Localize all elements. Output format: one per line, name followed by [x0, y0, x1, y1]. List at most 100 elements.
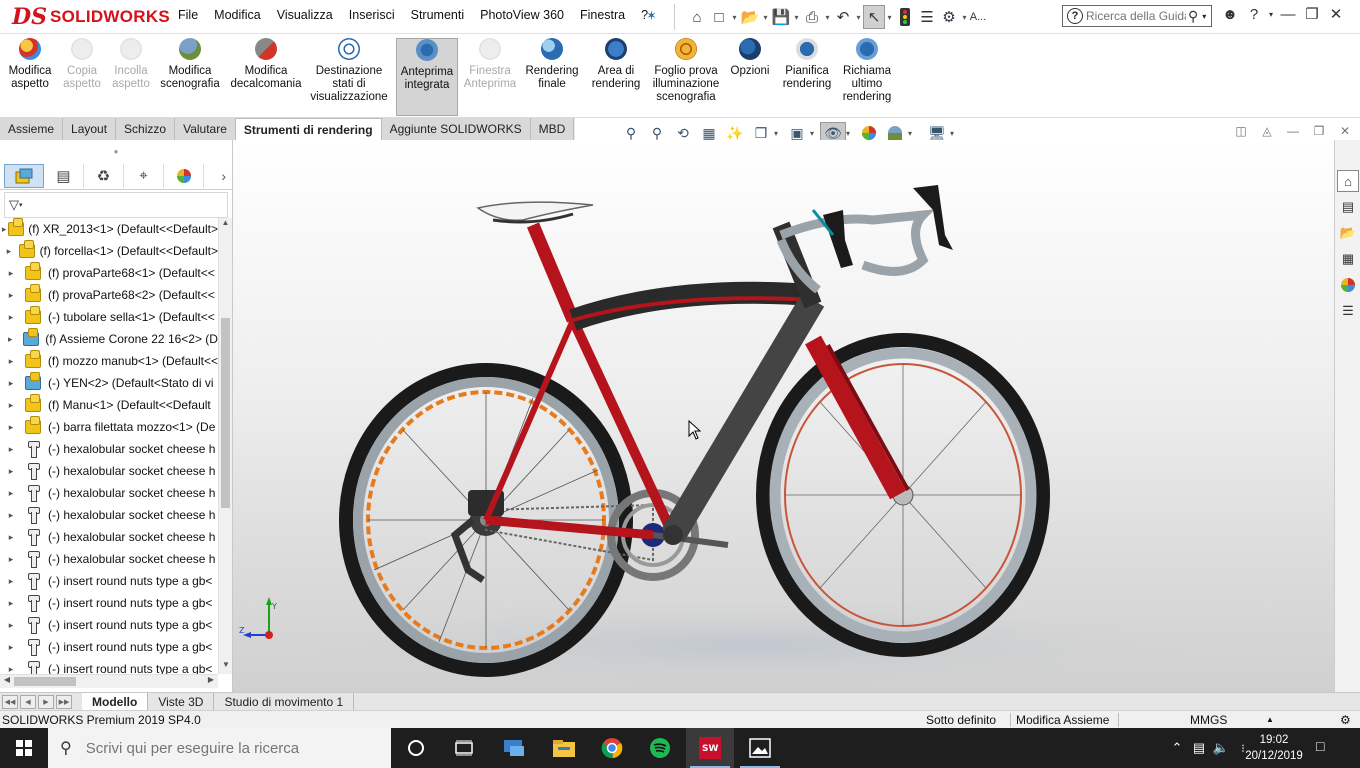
dimxpert-tab-icon[interactable]: ⌖	[124, 163, 164, 188]
doc-minimize-icon[interactable]: —	[1280, 124, 1306, 138]
view-settings-dropdown[interactable]: ▾	[950, 129, 960, 138]
ribbon-button[interactable]: Modifica aspetto	[4, 38, 56, 91]
expand-chevron-icon[interactable]: ▸	[0, 444, 22, 455]
solidworks-resources-icon[interactable]: ⌂	[1337, 170, 1359, 192]
status-customize-icon[interactable]: ⚙	[1340, 713, 1351, 727]
more-tabs-chevron-icon[interactable]: ›	[221, 168, 226, 184]
expand-chevron-icon[interactable]: ▸	[0, 290, 22, 301]
split-right-icon[interactable]: ◬	[1254, 124, 1280, 138]
tree-item[interactable]: ▸ (-) YEN<2> (Default<Stato di vi	[0, 372, 218, 394]
search-icon[interactable]: ⚲	[1188, 8, 1198, 25]
tree-filter-icon[interactable]: ▽ ▾	[4, 192, 228, 218]
model-tab[interactable]: Modello	[82, 692, 149, 711]
tree-item[interactable]: ▸ (f) XR_2013<1> (Default<<Default>	[0, 218, 218, 240]
ribbon-button[interactable]: Pianifica rendering	[780, 38, 834, 91]
notifications-icon[interactable]: □	[1316, 738, 1324, 754]
appearances-scenes-icon[interactable]	[1337, 274, 1359, 296]
configuration-manager-tab-icon[interactable]: ♻	[84, 163, 124, 188]
ribbon-button[interactable]: Modifica decalcomania	[231, 38, 301, 91]
windows-search-input[interactable]	[85, 739, 356, 757]
model-tab[interactable]: Viste 3D	[148, 692, 215, 711]
undo-dropdown[interactable]: ▾	[854, 13, 863, 22]
home-icon[interactable]: ⌂	[686, 5, 708, 29]
command-tab[interactable]: MBD	[530, 118, 575, 140]
unit-system-dropdown-icon[interactable]: ▲	[1266, 715, 1274, 724]
unit-system[interactable]: MMGS	[1190, 713, 1227, 727]
tree-item[interactable]: ▸ (-) hexalobular socket cheese h	[0, 482, 218, 504]
new-dropdown[interactable]: ▾	[730, 13, 739, 22]
photos-app-icon[interactable]	[736, 728, 784, 768]
expand-chevron-icon[interactable]: ▸	[0, 554, 22, 565]
tree-item[interactable]: ▸ (f) forcella<1> (Default<<Default>	[0, 240, 218, 262]
menu-item[interactable]: Visualizza	[277, 8, 333, 22]
options-gear-icon[interactable]: ⚙	[938, 5, 960, 29]
tree-item[interactable]: ▸ (f) provaParte68<1> (Default<<	[0, 262, 218, 284]
tree-item[interactable]: ▸ (-) hexalobular socket cheese h	[0, 438, 218, 460]
save-dropdown[interactable]: ▾	[792, 13, 801, 22]
tree-horizontal-scrollbar[interactable]: ◀ ▶	[0, 674, 218, 688]
solidworks-logo[interactable]: DS SOLIDWORKS	[12, 2, 170, 32]
spotify-icon[interactable]	[636, 728, 684, 768]
tree-item[interactable]: ▸ (f) provaParte68<2> (Default<<	[0, 284, 218, 306]
tree-item[interactable]: ▸ (f) mozzo manub<1> (Default<<	[0, 350, 218, 372]
ribbon-button[interactable]: Destinazione stati di visualizzazione	[307, 38, 391, 104]
network-app-icon[interactable]	[490, 728, 538, 768]
menu-item[interactable]: File	[178, 8, 198, 22]
menu-item[interactable]: PhotoView 360	[480, 8, 564, 22]
tree-item[interactable]: ▸ (-) insert round nuts type a gb<	[0, 636, 218, 658]
first-tab-icon[interactable]: ◀◀	[2, 694, 18, 709]
panel-grip[interactable]: ●	[0, 140, 232, 162]
pin-menu-icon[interactable]: ✶	[646, 8, 657, 24]
command-tab[interactable]: Schizzo	[116, 118, 176, 140]
account-icon[interactable]: ☻	[1218, 6, 1242, 23]
system-clock[interactable]: 19:02 20/12/2019	[1238, 732, 1310, 764]
expand-chevron-icon[interactable]: ▸	[0, 312, 22, 323]
command-tab[interactable]: Assieme	[0, 118, 64, 140]
expand-chevron-icon[interactable]: ▸	[0, 334, 21, 345]
undo-icon[interactable]: ↶	[832, 5, 854, 29]
ribbon-button[interactable]: Foglio prova illuminazione scenografia	[648, 38, 724, 104]
expand-chevron-icon[interactable]: ▸	[0, 422, 22, 433]
last-tab-icon[interactable]: ▶▶	[56, 694, 72, 709]
doc-restore-icon[interactable]: ❐	[1306, 124, 1332, 138]
graphics-area[interactable]: Y Z	[233, 140, 1334, 692]
cortana-icon[interactable]	[392, 728, 440, 768]
tree-item[interactable]: ▸ (-) insert round nuts type a gb<	[0, 614, 218, 636]
user-initial[interactable]: A...	[969, 5, 987, 29]
expand-chevron-icon[interactable]: ▸	[0, 576, 22, 587]
display-manager-tab-icon[interactable]	[164, 163, 204, 188]
network-icon[interactable]: ▤	[1188, 740, 1210, 756]
h-scroll-thumb[interactable]	[14, 677, 76, 686]
new-document-icon[interactable]: □	[708, 5, 730, 29]
tree-item[interactable]: ▸ (-) hexalobular socket cheese h	[0, 504, 218, 526]
command-tab[interactable]: Strumenti di rendering	[235, 118, 382, 140]
tree-item[interactable]: ▸ (-) insert round nuts type a gb<	[0, 570, 218, 592]
expand-chevron-icon[interactable]: ▸	[0, 664, 22, 675]
tree-item[interactable]: ▸ (-) insert round nuts type a gb<	[0, 658, 218, 674]
expand-chevron-icon[interactable]: ▸	[0, 510, 22, 521]
expand-chevron-icon[interactable]: ▸	[0, 488, 22, 499]
scroll-down-icon[interactable]: ▼	[219, 660, 233, 674]
file-explorer-icon[interactable]: 📂	[1337, 222, 1359, 244]
help-search-box[interactable]: ? ⚲ ▾	[1062, 5, 1212, 27]
next-tab-icon[interactable]: ▶	[38, 694, 54, 709]
custom-properties-icon[interactable]: ☰	[1337, 300, 1359, 322]
windows-start-icon[interactable]	[0, 728, 48, 768]
expand-chevron-icon[interactable]: ▸	[0, 224, 8, 235]
save-icon[interactable]: 💾	[770, 5, 792, 29]
task-view-icon[interactable]	[440, 728, 488, 768]
open-folder-icon[interactable]: 📂	[739, 5, 761, 29]
command-tab[interactable]: Valutare	[175, 118, 236, 140]
ribbon-button[interactable]: Rendering finale	[522, 38, 582, 91]
tree-item[interactable]: ▸ (-) barra filettata mozzo<1> (De	[0, 416, 218, 438]
search-dropdown-icon[interactable]: ▾	[1202, 12, 1206, 21]
ribbon-button[interactable]: Anteprima integrata	[396, 38, 458, 116]
hide-show-dropdown[interactable]: ▾	[846, 129, 856, 138]
apply-scene-dropdown[interactable]: ▾	[908, 129, 918, 138]
ribbon-button[interactable]: Richiama ultimo rendering	[838, 38, 896, 104]
print-dropdown[interactable]: ▾	[823, 13, 832, 22]
doc-close-icon[interactable]: ✕	[1332, 124, 1358, 138]
menu-item[interactable]: Inserisci	[349, 8, 395, 22]
chrome-icon[interactable]	[588, 728, 636, 768]
design-library-icon[interactable]: ▤	[1337, 196, 1359, 218]
